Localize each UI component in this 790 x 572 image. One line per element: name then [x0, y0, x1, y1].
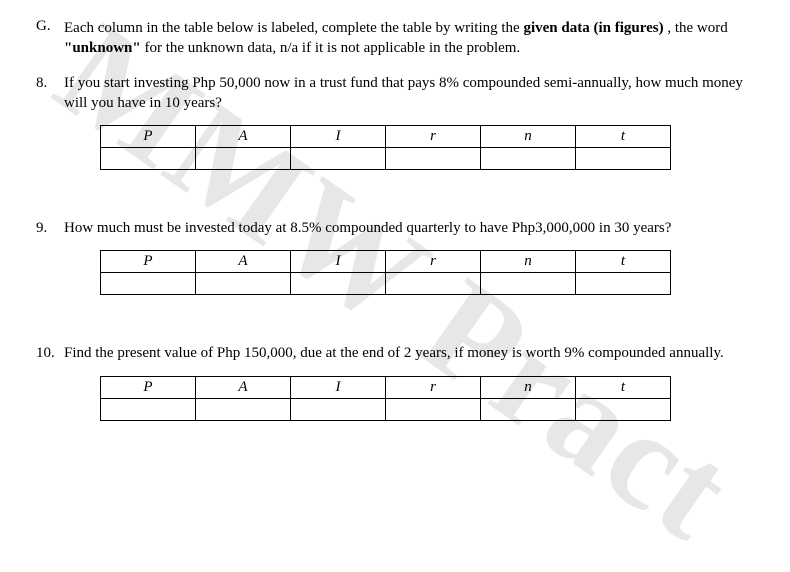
- col-header-I: I: [291, 251, 386, 273]
- col-header-r: r: [386, 126, 481, 148]
- answer-cell[interactable]: [576, 273, 671, 295]
- table-header-row: P A I r n t: [101, 251, 671, 273]
- col-header-P: P: [101, 126, 196, 148]
- col-header-A: A: [196, 126, 291, 148]
- answer-table-8: P A I r n t: [100, 125, 671, 170]
- section-text-1: Each column in the table below is labele…: [64, 20, 523, 36]
- answer-cell[interactable]: [481, 398, 576, 420]
- table-header-row: P A I r n t: [101, 126, 671, 148]
- answer-cell[interactable]: [576, 148, 671, 170]
- answer-cell[interactable]: [386, 398, 481, 420]
- col-header-n: n: [481, 376, 576, 398]
- section-letter: G.: [36, 18, 64, 59]
- answer-cell[interactable]: [291, 398, 386, 420]
- col-header-t: t: [576, 251, 671, 273]
- answer-cell[interactable]: [196, 398, 291, 420]
- col-header-I: I: [291, 376, 386, 398]
- col-header-t: t: [576, 126, 671, 148]
- section-bold-1: given data (in figures): [523, 20, 663, 36]
- col-header-n: n: [481, 126, 576, 148]
- problem-number: 8.: [36, 73, 64, 114]
- col-header-I: I: [291, 126, 386, 148]
- section-text-2: , the word: [667, 20, 727, 36]
- table-row: [101, 273, 671, 295]
- table-header-row: P A I r n t: [101, 376, 671, 398]
- table-row: [101, 148, 671, 170]
- problem-number: 10.: [36, 343, 64, 363]
- problem-9: 9. How much must be invested today at 8.…: [36, 218, 754, 295]
- answer-cell[interactable]: [291, 148, 386, 170]
- answer-cell[interactable]: [481, 273, 576, 295]
- answer-cell[interactable]: [386, 148, 481, 170]
- answer-cell[interactable]: [576, 398, 671, 420]
- problem-text: How much must be invested today at 8.5% …: [64, 218, 754, 238]
- worksheet-content: G. Each column in the table below is lab…: [36, 18, 754, 421]
- col-header-n: n: [481, 251, 576, 273]
- col-header-A: A: [196, 376, 291, 398]
- problem-number: 9.: [36, 218, 64, 238]
- section-g: G. Each column in the table below is lab…: [36, 18, 754, 59]
- answer-cell[interactable]: [101, 398, 196, 420]
- table-row: [101, 398, 671, 420]
- section-instruction: Each column in the table below is labele…: [64, 18, 754, 59]
- section-text-3: for the unknown data, n/a if it is not a…: [144, 40, 520, 56]
- problem-10: 10. Find the present value of Php 150,00…: [36, 343, 754, 420]
- col-header-t: t: [576, 376, 671, 398]
- answer-table-9: P A I r n t: [100, 250, 671, 295]
- answer-cell[interactable]: [291, 273, 386, 295]
- problem-8: 8. If you start investing Php 50,000 now…: [36, 73, 754, 171]
- col-header-P: P: [101, 376, 196, 398]
- answer-table-10: P A I r n t: [100, 376, 671, 421]
- col-header-A: A: [196, 251, 291, 273]
- problem-text: Find the present value of Php 150,000, d…: [64, 343, 754, 363]
- problem-text: If you start investing Php 50,000 now in…: [64, 73, 754, 114]
- answer-cell[interactable]: [196, 148, 291, 170]
- answer-cell[interactable]: [196, 273, 291, 295]
- answer-cell[interactable]: [101, 273, 196, 295]
- section-bold-2: "unknown": [64, 40, 141, 56]
- answer-cell[interactable]: [481, 148, 576, 170]
- answer-cell[interactable]: [386, 273, 481, 295]
- col-header-P: P: [101, 251, 196, 273]
- col-header-r: r: [386, 376, 481, 398]
- answer-cell[interactable]: [101, 148, 196, 170]
- col-header-r: r: [386, 251, 481, 273]
